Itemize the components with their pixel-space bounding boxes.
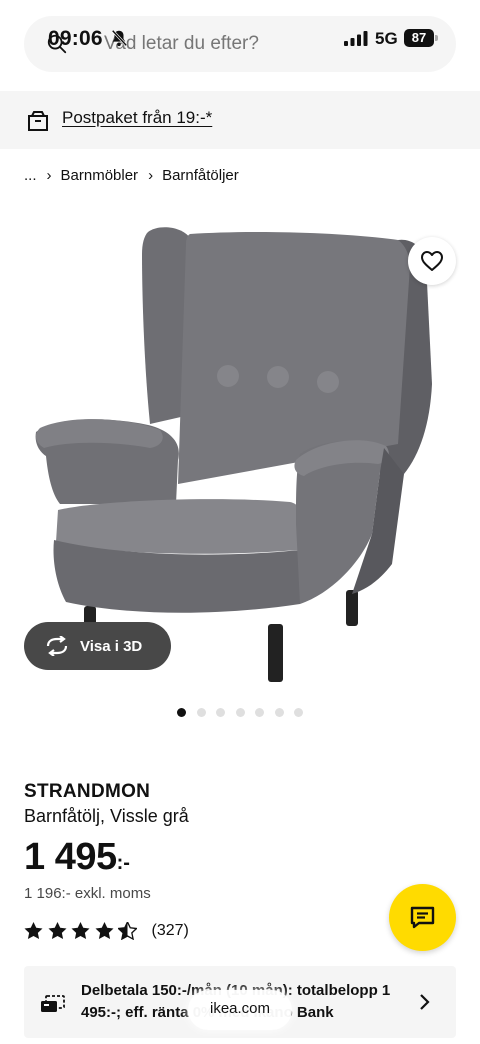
star-icon [95, 922, 113, 940]
product-price: 1 495 :- [24, 836, 130, 890]
rotate-3d-icon [46, 636, 68, 656]
rating[interactable]: (327) [24, 922, 189, 940]
chat-icon [410, 906, 435, 929]
carousel-dot[interactable] [255, 708, 264, 717]
browser-url-pill[interactable]: ikea.com [188, 990, 292, 1030]
chevron-right-icon [420, 994, 430, 1010]
price-suffix: :- [116, 852, 130, 874]
carousel-dot[interactable] [274, 708, 284, 717]
credit-card-icon [41, 995, 65, 1012]
star-icon [48, 922, 66, 940]
breadcrumb-item-barnfatoljer[interactable]: Barnfåtöljer [162, 167, 239, 184]
product-image[interactable] [0, 204, 480, 694]
parcel-icon [28, 111, 48, 131]
favourite-button[interactable] [408, 237, 456, 285]
star-half-icon [118, 922, 137, 940]
breadcrumb: ... › Barnmöbler › Barnfåtöljer [24, 164, 239, 186]
product-name: STRANDMON [24, 781, 151, 802]
carousel-dot[interactable] [294, 708, 303, 717]
battery-level: 87 [404, 29, 434, 47]
shipping-banner[interactable]: Postpaket från 19:-* [0, 91, 480, 149]
signal-icon [344, 31, 368, 46]
shipping-link[interactable]: Postpaket från 19:-* [62, 108, 212, 128]
chevron-right-icon: › [46, 166, 52, 184]
price-excl-vat: 1 196:- exkl. moms [24, 885, 151, 902]
carousel-dot[interactable] [177, 708, 186, 717]
view-3d-label: Visa i 3D [80, 637, 143, 655]
chat-button[interactable] [389, 884, 456, 951]
breadcrumb-item-barnmobler[interactable]: Barnmöbler [61, 167, 139, 184]
carousel-dots[interactable] [177, 708, 314, 717]
carousel-dot[interactable] [235, 708, 245, 717]
price-value: 1 495 [24, 836, 117, 878]
product-description: Barnfåtölj, Vissle grå [24, 806, 189, 826]
star-icon [71, 922, 90, 940]
chevron-right-icon: › [148, 166, 154, 184]
view-3d-button[interactable]: Visa i 3D [24, 622, 171, 670]
carousel-dot[interactable] [216, 708, 225, 717]
status-time: 09:06 [48, 27, 103, 50]
star-icon [24, 922, 43, 940]
carousel-dot[interactable] [196, 708, 206, 717]
review-count[interactable]: (327) [152, 922, 189, 940]
network-label: 5G [375, 29, 398, 48]
battery-icon: 87 [404, 29, 438, 47]
heart-icon [421, 251, 443, 271]
bell-slash-icon [111, 29, 128, 47]
breadcrumb-ellipsis[interactable]: ... [24, 167, 37, 184]
